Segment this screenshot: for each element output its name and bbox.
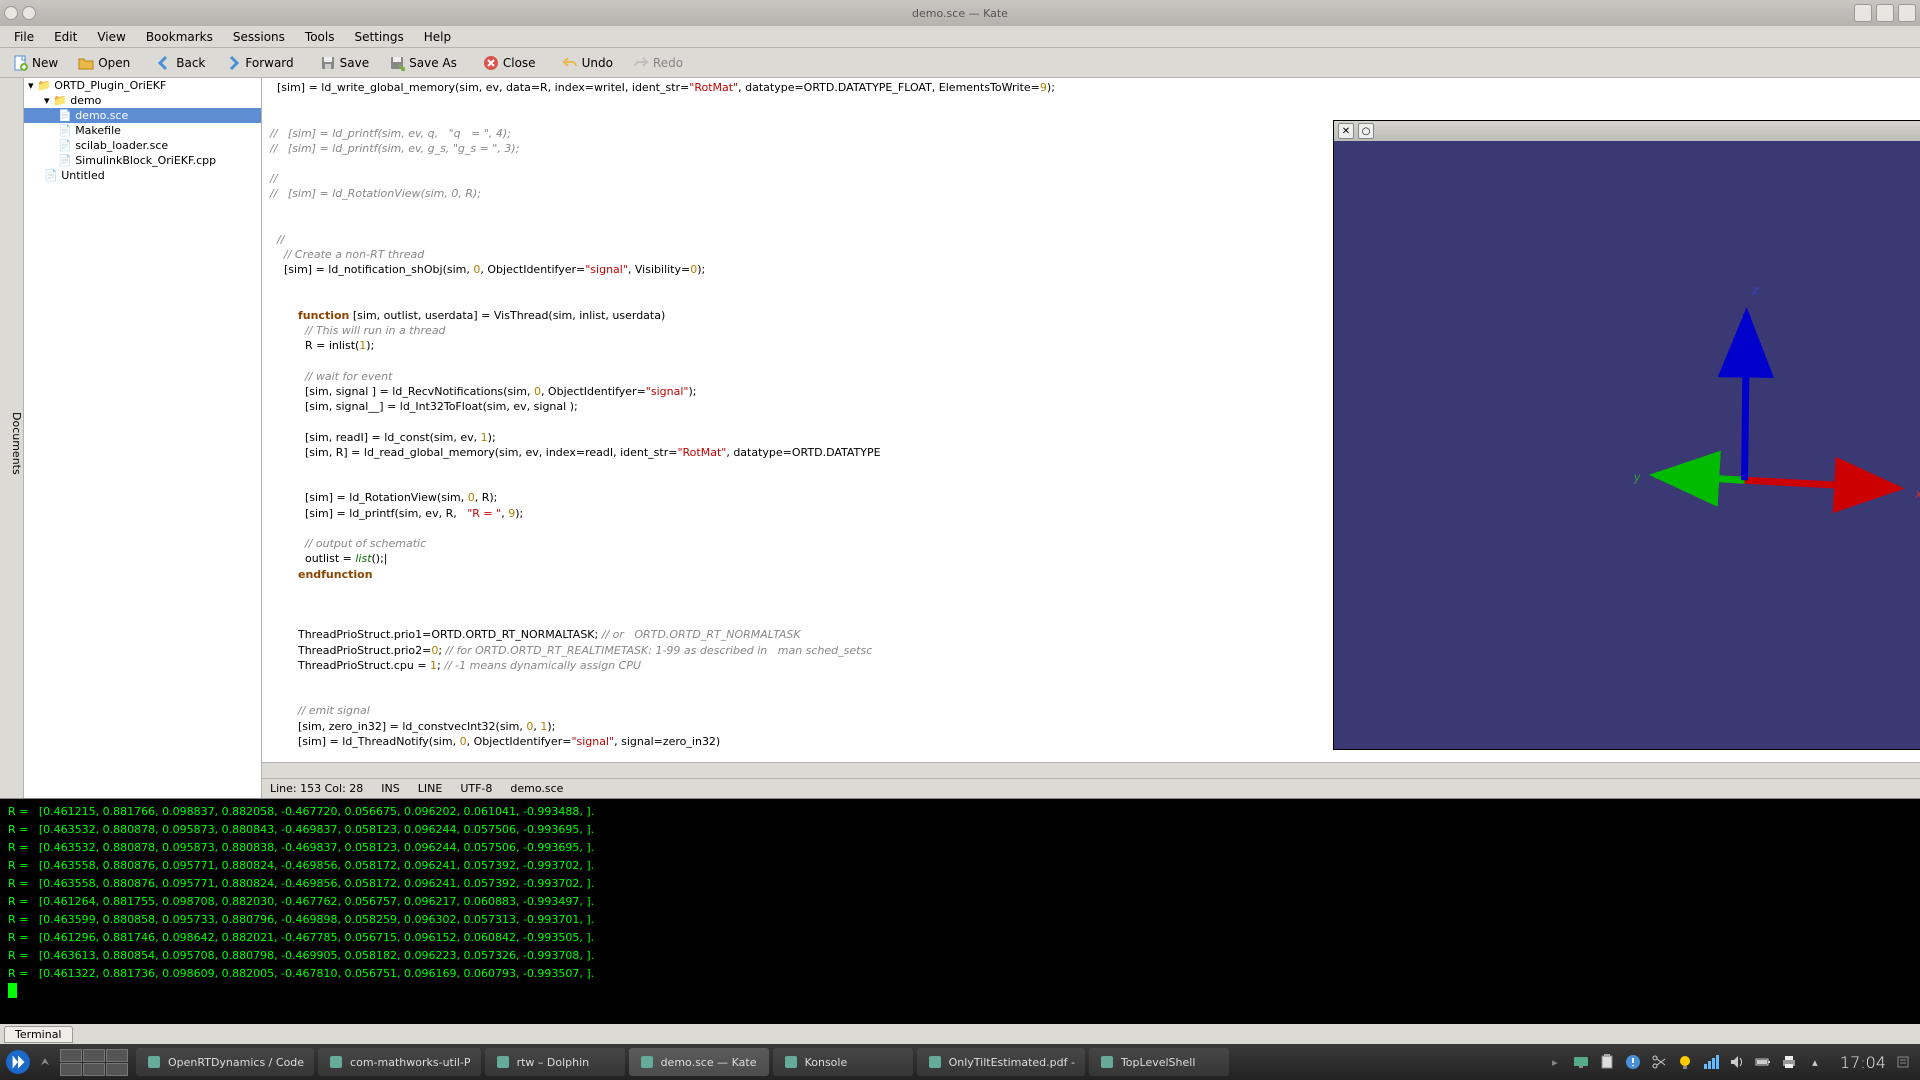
close-button-tool[interactable]: Close xyxy=(475,51,544,75)
kde-taskbar: ⮝ OpenRTDynamics / Codecom-mathworks-uti… xyxy=(0,1044,1920,1080)
save-as-button[interactable]: Save As xyxy=(381,51,465,75)
minimize-button[interactable] xyxy=(1854,4,1872,22)
status-position: Line: 153 Col: 28 xyxy=(270,782,363,795)
axis-x-label: x xyxy=(1915,487,1920,500)
taskbar-task[interactable]: Konsole xyxy=(773,1048,913,1076)
tree-item[interactable]: ▾ 📁 demo xyxy=(24,93,261,108)
save-button[interactable]: Save xyxy=(312,51,377,75)
taskbar-task[interactable]: demo.sce — Kate xyxy=(629,1048,769,1076)
scissors-icon[interactable] xyxy=(1650,1053,1668,1071)
printer-icon[interactable] xyxy=(1780,1053,1798,1071)
viewer-canvas[interactable]: x y z xyxy=(1334,141,1920,749)
open-button[interactable]: Open xyxy=(70,51,138,75)
viewer-close-icon[interactable]: ✕ xyxy=(1338,123,1354,139)
window-pin-button[interactable] xyxy=(22,6,36,20)
toolbar: New Open Back Forward Save Save As Close… xyxy=(0,48,1920,78)
menu-edit[interactable]: Edit xyxy=(46,28,85,46)
viewer-pin-icon[interactable]: ○ xyxy=(1358,123,1374,139)
window-titlebar: demo.sce — Kate xyxy=(0,0,1920,26)
tree-root[interactable]: ▾ 📁 ORTD_Plugin_OriEKF xyxy=(24,78,261,93)
menu-view[interactable]: View xyxy=(89,28,133,46)
taskbar-task[interactable]: TopLevelShell xyxy=(1089,1048,1229,1076)
close-button[interactable] xyxy=(1898,4,1916,22)
maximize-button[interactable] xyxy=(1876,4,1894,22)
tree-item[interactable]: 📄 demo.sce xyxy=(24,108,261,123)
viewer-titlebar[interactable]: ✕ ○ – □ ✕ xyxy=(1334,121,1920,141)
axis-y-label: y xyxy=(1633,471,1641,484)
terminal-output[interactable]: R = [0.461215, 0.881766, 0.098837, 0.882… xyxy=(0,799,1920,1024)
sidebar-documents-tab[interactable]: Documents xyxy=(0,78,24,798)
taskbar-task[interactable]: rtw – Dolphin xyxy=(485,1048,625,1076)
clipboard-icon[interactable] xyxy=(1598,1053,1616,1071)
kickoff-launcher[interactable] xyxy=(0,1044,36,1080)
redo-button[interactable]: Redo xyxy=(625,51,691,75)
status-insert-mode[interactable]: INS xyxy=(381,782,399,795)
system-tray: ▸ ▴ 17:04 xyxy=(1546,1053,1920,1072)
menu-bookmarks[interactable]: Bookmarks xyxy=(138,28,221,46)
menu-tools[interactable]: Tools xyxy=(297,28,343,46)
network-icon[interactable] xyxy=(1702,1053,1720,1071)
taskbar-task[interactable]: OnlyTiltEstimated.pdf - xyxy=(917,1048,1085,1076)
back-button[interactable]: Back xyxy=(148,51,213,75)
menu-sessions[interactable]: Sessions xyxy=(225,28,293,46)
menu-bar: File Edit View Bookmarks Sessions Tools … xyxy=(0,26,1920,48)
status-line-ending[interactable]: LINE xyxy=(418,782,443,795)
status-encoding[interactable]: UTF-8 xyxy=(460,782,492,795)
updates-icon[interactable] xyxy=(1624,1053,1642,1071)
window-title: demo.sce — Kate xyxy=(912,7,1008,20)
taskbar-task[interactable]: com-mathworks-util-P xyxy=(318,1048,481,1076)
volume-icon[interactable] xyxy=(1728,1053,1746,1071)
menu-help[interactable]: Help xyxy=(416,28,459,46)
menu-settings[interactable]: Settings xyxy=(346,28,411,46)
display-icon[interactable] xyxy=(1572,1053,1590,1071)
tree-item[interactable]: 📄 Untitled xyxy=(24,168,261,183)
systray-expand-icon[interactable]: ⮝ xyxy=(36,1053,54,1071)
chevron-up-icon[interactable]: ▴ xyxy=(1806,1053,1824,1071)
window-menu-button[interactable] xyxy=(4,6,18,20)
terminal-tabbar: Terminal xyxy=(0,1024,1920,1044)
clock[interactable]: 17:04 xyxy=(1840,1053,1886,1072)
battery-icon[interactable] xyxy=(1754,1053,1772,1071)
tree-item[interactable]: 📄 scilab_loader.sce xyxy=(24,138,261,153)
undo-button[interactable]: Undo xyxy=(554,51,621,75)
rotation-view-window[interactable]: ✕ ○ – □ ✕ xyxy=(1333,120,1920,750)
status-filename: demo.sce xyxy=(510,782,563,795)
tray-expand-icon[interactable]: ▸ xyxy=(1546,1053,1564,1071)
status-bar: Line: 153 Col: 28 INS LINE UTF-8 demo.sc… xyxy=(262,778,1920,798)
axis-z-label: z xyxy=(1752,284,1759,297)
forward-button[interactable]: Forward xyxy=(217,51,301,75)
terminal-tab[interactable]: Terminal xyxy=(4,1026,73,1043)
menu-file[interactable]: File xyxy=(6,28,42,46)
tree-item[interactable]: 📄 Makefile xyxy=(24,123,261,138)
pager[interactable] xyxy=(60,1049,128,1076)
bulb-icon[interactable] xyxy=(1676,1053,1694,1071)
notifications-icon[interactable] xyxy=(1894,1053,1912,1071)
new-button[interactable]: New xyxy=(4,51,66,75)
document-tree[interactable]: ▾ 📁 ORTD_Plugin_OriEKF ▾ 📁 demo📄 demo.sc… xyxy=(24,78,262,798)
taskbar-task[interactable]: OpenRTDynamics / Code xyxy=(136,1048,314,1076)
horizontal-scrollbar[interactable] xyxy=(262,762,1920,778)
tree-item[interactable]: 📄 SimulinkBlock_OriEKF.cpp xyxy=(24,153,261,168)
